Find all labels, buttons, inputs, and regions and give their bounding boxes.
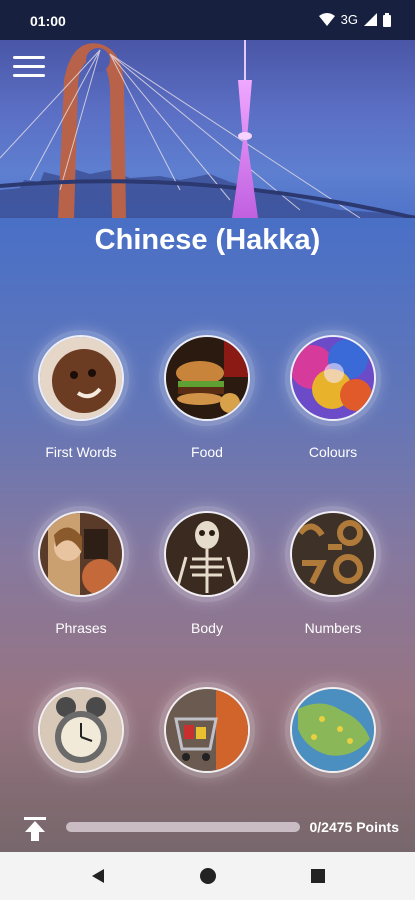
alarm-clock-photo-icon [38, 687, 124, 773]
people-talking-photo-icon [38, 511, 124, 597]
child-face-photo-icon [38, 335, 124, 421]
category-label: First Words [45, 444, 117, 460]
category-ring [33, 506, 129, 602]
category-first-words[interactable]: First Words [16, 330, 146, 460]
category-ring [285, 682, 381, 778]
hamburger-line [13, 56, 45, 59]
category-numbers[interactable]: Numbers [268, 506, 398, 636]
category-time[interactable] [16, 682, 146, 778]
metal-numbers-photo-icon [290, 511, 376, 597]
category-ring [285, 330, 381, 426]
category-phrases[interactable]: Phrases [16, 506, 146, 636]
status-bar: 01:00 3G [0, 0, 415, 40]
battery-icon [383, 12, 391, 27]
points-progress-bar [66, 822, 300, 832]
category-ring [159, 506, 255, 602]
category-ring [285, 506, 381, 602]
hamburger-line [13, 74, 45, 77]
hamburger-line [13, 65, 45, 68]
category-body[interactable]: Body [142, 506, 272, 636]
category-ring [159, 330, 255, 426]
category-ring [33, 682, 129, 778]
category-label: Phrases [55, 620, 107, 636]
colour-powder-photo-icon [290, 335, 376, 421]
world-map-photo-icon [290, 687, 376, 773]
wifi-icon [318, 12, 335, 26]
category-label: Food [191, 444, 223, 460]
home-icon[interactable] [196, 864, 220, 888]
back-icon[interactable] [86, 864, 110, 888]
category-ring [159, 682, 255, 778]
menu-button[interactable] [13, 56, 45, 80]
recents-icon[interactable] [306, 864, 330, 888]
signal-icon [364, 13, 377, 26]
category-shopping[interactable] [142, 682, 272, 778]
burger-photo-icon [164, 335, 250, 421]
hero-banner [0, 40, 415, 218]
category-food[interactable]: Food [142, 330, 272, 460]
status-time: 01:00 [30, 13, 66, 29]
progress-area: 0/2475 Points [0, 808, 415, 848]
category-places[interactable] [268, 682, 398, 778]
category-colours[interactable]: Colours [268, 330, 398, 460]
status-icons: 3G [318, 12, 391, 27]
points-text: 0/2475 Points [309, 819, 400, 835]
network-type: 3G [340, 12, 358, 27]
language-title: Chinese (Hakka) [94, 224, 321, 256]
category-label: Body [191, 620, 223, 636]
shopping-trolley-photo-icon [164, 687, 250, 773]
scroll-to-top-icon[interactable] [22, 816, 48, 842]
category-label: Colours [308, 444, 358, 460]
category-label: Numbers [304, 620, 362, 636]
system-nav-bar [0, 852, 415, 900]
guangzhou-skyline-illustration [0, 40, 415, 218]
skeleton-photo-icon [164, 511, 250, 597]
category-ring [33, 330, 129, 426]
